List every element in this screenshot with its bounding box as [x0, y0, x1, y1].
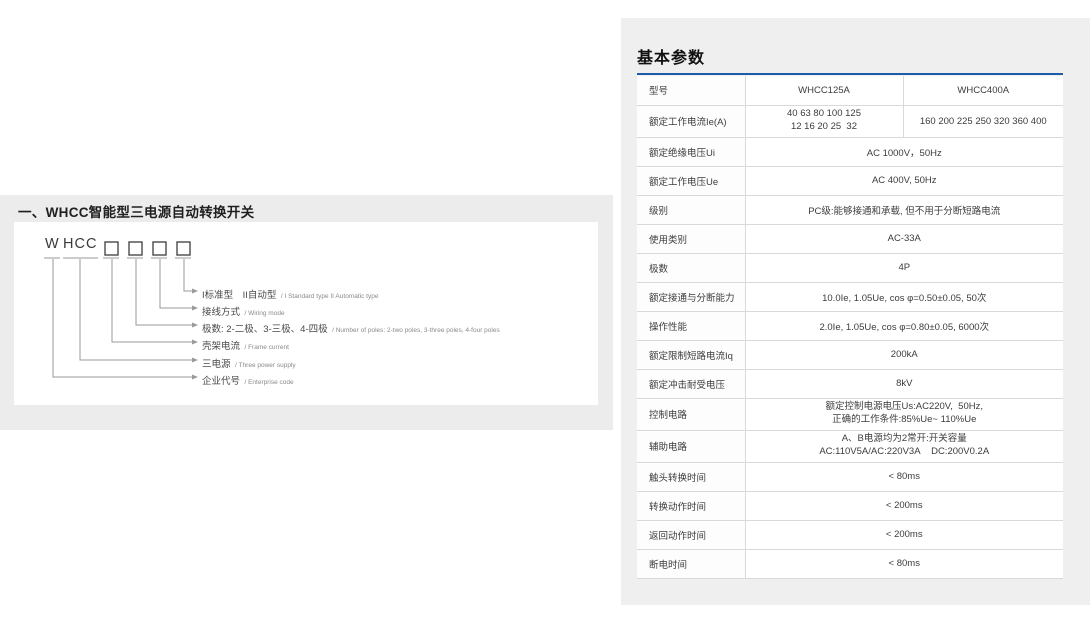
code-box [177, 242, 190, 255]
param-label: 返回动作时间 [637, 520, 745, 549]
left-section-title: 一、WHCC智能型三电源自动转换开关 [18, 201, 254, 221]
param-label: 额定工作电压Ue [637, 166, 745, 195]
param-value-400: WHCC400A [903, 76, 1063, 105]
table-row: 额定绝缘电压Ui AC 1000V，50Hz [637, 137, 1063, 166]
table-row-aux-circuit: 辅助电路 A、B电源均为2常开:开关容量 AC:110V5A/AC:220V3A… [637, 430, 1063, 462]
catalog-page: 一、WHCC智能型三电源自动转换开关 [0, 0, 1090, 623]
table-row: 返回动作时间 < 200ms [637, 520, 1063, 549]
connector-paths [53, 259, 192, 377]
param-value-400: 160 200 225 250 320 360 400 [903, 105, 1063, 137]
param-value: < 200ms [745, 491, 1063, 520]
code-label-wiring-mode: 接线方式 / Wiring mode [202, 302, 285, 320]
table-row: 额定接通与分断能力 10.0Ie, 1.05Ue, cos φ=0.50±0.0… [637, 282, 1063, 311]
param-value: < 200ms [745, 520, 1063, 549]
param-label: 额定工作电流Ie(A) [637, 105, 745, 137]
param-value: 2.0Ie, 1.05Ue, cos φ=0.80±0.05, 6000次 [745, 311, 1063, 340]
table-row-model: 型号 WHCC125A WHCC400A [637, 76, 1063, 105]
table-row: 极数 4P [637, 253, 1063, 282]
code-label-frame-current: 壳架电流 / Frame current [202, 336, 289, 354]
code-label-type: I标准型 II自动型 / I Standard type II Automati… [202, 285, 378, 303]
param-value: AC 400V, 50Hz [745, 166, 1063, 195]
param-label: 额定接通与分断能力 [637, 282, 745, 311]
param-value: 4P [745, 253, 1063, 282]
connector-arrowheads [192, 289, 198, 380]
param-label: 使用类别 [637, 224, 745, 253]
table-row-rated-current: 额定工作电流Ie(A) 40 63 80 100 125 12 16 20 25… [637, 105, 1063, 137]
param-label: 触头转换时间 [637, 462, 745, 491]
param-label: 型号 [637, 76, 745, 105]
table-row: 触头转换时间 < 80ms [637, 462, 1063, 491]
table-row: 额定冲击耐受电压 8kV [637, 369, 1063, 398]
code-label-three-power: 三电源 / Three power supply [202, 354, 296, 372]
code-box [153, 242, 166, 255]
table-row: 额定限制短路电流Iq 200kA [637, 340, 1063, 369]
param-value: < 80ms [745, 462, 1063, 491]
param-value: AC 1000V，50Hz [745, 137, 1063, 166]
basic-params-title: 基本参数 [637, 44, 705, 68]
param-label: 额定绝缘电压Ui [637, 137, 745, 166]
param-label: 额定冲击耐受电压 [637, 369, 745, 398]
code-label-poles: 极数: 2-二极、3-三极、4-四极 / Number of poles: 2-… [202, 319, 500, 337]
code-prefix-w: W [45, 236, 60, 252]
title-accent-rule [637, 73, 1063, 75]
table-row: 转换动作时间 < 200ms [637, 491, 1063, 520]
param-label: 级别 [637, 195, 745, 224]
basic-params-section: 基本参数 型号 WHCC125A WHCC400A 额定工作电流Ie(A) 40… [621, 18, 1090, 605]
param-value: 8kV [745, 369, 1063, 398]
code-connector-lines [14, 222, 598, 405]
code-prefix-hcc: HCC [63, 236, 97, 252]
param-label: 控制电路 [637, 398, 745, 430]
table-row-control-circuit: 控制电路 额定控制电源电压Us:AC220V, 50Hz, 正确的工作条件:85… [637, 398, 1063, 430]
param-label: 断电时间 [637, 549, 745, 578]
param-value-125: WHCC125A [745, 76, 903, 105]
param-label: 辅助电路 [637, 430, 745, 462]
code-label-enterprise-code: 企业代号 / Enterprise code [202, 371, 294, 389]
param-value: 10.0Ie, 1.05Ue, cos φ=0.50±0.05, 50次 [745, 282, 1063, 311]
table-row: 断电时间 < 80ms [637, 549, 1063, 578]
model-code-diagram: W HCC I标准型 II自动型 / I Standard type II Au… [14, 222, 598, 405]
param-value: 额定控制电源电压Us:AC220V, 50Hz, 正确的工作条件:85%Ue~ … [745, 398, 1063, 430]
param-value: < 80ms [745, 549, 1063, 578]
code-box [105, 242, 118, 255]
param-value: A、B电源均为2常开:开关容量 AC:110V5A/AC:220V3A DC:2… [745, 430, 1063, 462]
table-row: 级别 PC级:能够接通和承载, 但不用于分断短路电流 [637, 195, 1063, 224]
param-value: 200kA [745, 340, 1063, 369]
table-row: 额定工作电压Ue AC 400V, 50Hz [637, 166, 1063, 195]
param-label: 额定限制短路电流Iq [637, 340, 745, 369]
code-box [129, 242, 142, 255]
code-boxes [105, 242, 190, 255]
param-label: 极数 [637, 253, 745, 282]
param-value: AC-33A [745, 224, 1063, 253]
param-label: 操作性能 [637, 311, 745, 340]
param-value: PC级:能够接通和承载, 但不用于分断短路电流 [745, 195, 1063, 224]
table-row: 操作性能 2.0Ie, 1.05Ue, cos φ=0.80±0.05, 600… [637, 311, 1063, 340]
param-value-125: 40 63 80 100 125 12 16 20 25 32 [745, 105, 903, 137]
param-label: 转换动作时间 [637, 491, 745, 520]
table-row: 使用类别 AC-33A [637, 224, 1063, 253]
basic-params-table: 型号 WHCC125A WHCC400A 额定工作电流Ie(A) 40 63 8… [637, 76, 1063, 579]
model-code-section: 一、WHCC智能型三电源自动转换开关 [0, 195, 613, 430]
